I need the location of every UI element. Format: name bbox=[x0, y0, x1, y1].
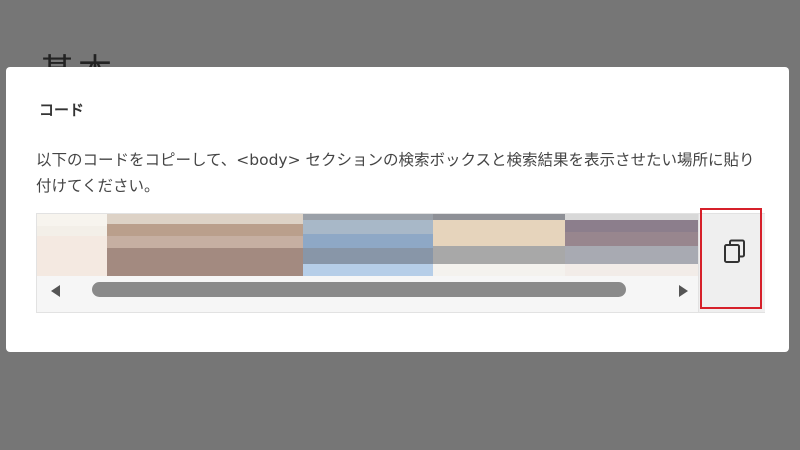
redacted-code-block bbox=[433, 246, 565, 264]
redacted-code-block bbox=[565, 264, 698, 276]
horizontal-scrollbar[interactable] bbox=[47, 278, 692, 303]
redacted-code-block bbox=[107, 214, 303, 224]
code-snippet-box[interactable] bbox=[36, 213, 699, 313]
redacted-code-block bbox=[37, 226, 107, 236]
redacted-code-block bbox=[303, 248, 433, 264]
redacted-code-block bbox=[433, 264, 565, 276]
redacted-code-block bbox=[37, 214, 107, 226]
redacted-code-block bbox=[565, 232, 698, 246]
redacted-code-block bbox=[303, 234, 433, 248]
redacted-code-block bbox=[433, 220, 565, 246]
redacted-code-block bbox=[37, 236, 107, 276]
redacted-code-block bbox=[107, 248, 303, 276]
redacted-code-block bbox=[565, 246, 698, 264]
redacted-code-block bbox=[565, 220, 698, 232]
redacted-code-block bbox=[107, 224, 303, 236]
dialog-description: 以下のコードをコピーして、<body> セクションの検索ボックスと検索結果を表示… bbox=[36, 151, 755, 195]
scrollbar-thumb[interactable] bbox=[92, 282, 626, 297]
copy-icon bbox=[724, 239, 745, 263]
redacted-code-block bbox=[107, 236, 303, 248]
redacted-code-block bbox=[303, 220, 433, 234]
scroll-right-arrow-icon[interactable] bbox=[679, 285, 688, 297]
code-dialog: コード 以下のコードをコピーして、<body> セクションの検索ボックスと検索結… bbox=[6, 67, 789, 352]
redacted-code-block bbox=[303, 264, 433, 276]
scroll-left-arrow-icon[interactable] bbox=[51, 285, 60, 297]
dialog-title: コード bbox=[39, 101, 85, 119]
copy-code-button[interactable] bbox=[699, 213, 765, 313]
